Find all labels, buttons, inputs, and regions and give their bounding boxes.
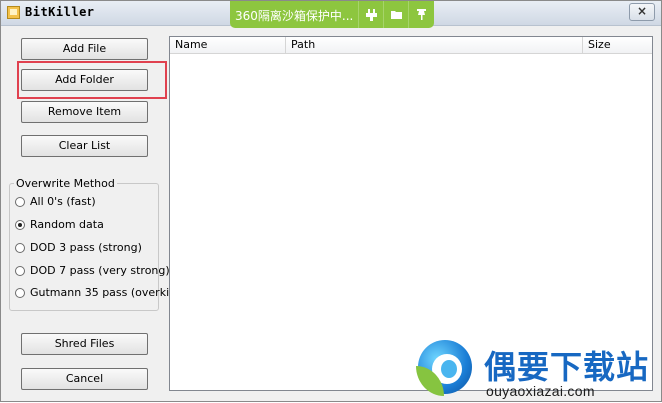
column-header-size[interactable]: Size — [583, 37, 652, 53]
radio-circle[interactable] — [15, 266, 25, 276]
overwrite-method-title: Overwrite Method — [14, 177, 117, 190]
sandbox-settings-button[interactable] — [358, 1, 383, 28]
radio-dod-7-pass[interactable]: DOD 7 pass (very strong) — [15, 264, 170, 277]
radio-label: Gutmann 35 pass (overkill) — [30, 286, 180, 299]
app-icon — [7, 6, 20, 19]
cancel-button[interactable]: Cancel — [21, 368, 148, 390]
radio-label: DOD 7 pass (very strong) — [30, 264, 170, 277]
sandbox-folder-button[interactable] — [383, 1, 408, 28]
plug-icon — [366, 9, 377, 21]
remove-item-button[interactable]: Remove Item — [21, 101, 148, 123]
radio-circle[interactable] — [15, 243, 25, 253]
folder-icon — [391, 11, 402, 19]
shred-files-button[interactable]: Shred Files — [21, 333, 148, 355]
radio-circle-selected[interactable] — [15, 220, 25, 230]
radio-label: All 0's (fast) — [30, 195, 96, 208]
pin-icon — [417, 9, 426, 20]
column-header-path[interactable]: Path — [286, 37, 583, 53]
radio-label: DOD 3 pass (strong) — [30, 241, 142, 254]
radio-label: Random data — [30, 218, 104, 231]
column-header-name[interactable]: Name — [170, 37, 286, 53]
bitkiller-window: BitKiller × 360隔离沙箱保护中... Add File Add F… — [0, 0, 662, 402]
radio-dod-3-pass[interactable]: DOD 3 pass (strong) — [15, 241, 142, 254]
radio-all-zeros[interactable]: All 0's (fast) — [15, 195, 96, 208]
radio-circle[interactable] — [15, 288, 25, 298]
window-title: BitKiller — [25, 5, 95, 19]
sandbox-pin-button[interactable] — [408, 1, 433, 28]
sandbox-status-text: 360隔离沙箱保护中... — [235, 9, 354, 23]
watermark-url: ouyaoxiazai.com — [486, 383, 595, 399]
watermark-title: 偶要下载站 — [484, 348, 650, 386]
radio-random-data[interactable]: Random data — [15, 218, 104, 231]
add-folder-highlight — [17, 61, 167, 99]
radio-circle[interactable] — [15, 197, 25, 207]
sandbox-toolbar: 360隔离沙箱保护中... — [230, 1, 434, 28]
close-button[interactable]: × — [629, 3, 655, 21]
file-list-header: Name Path Size — [170, 37, 652, 54]
radio-gutmann-35-pass[interactable]: Gutmann 35 pass (overkill) — [15, 286, 180, 299]
site-watermark: 偶要下载站 ouyaoxiazai.com — [416, 336, 661, 403]
clear-list-button[interactable]: Clear List — [21, 135, 148, 157]
add-file-button[interactable]: Add File — [21, 38, 148, 60]
